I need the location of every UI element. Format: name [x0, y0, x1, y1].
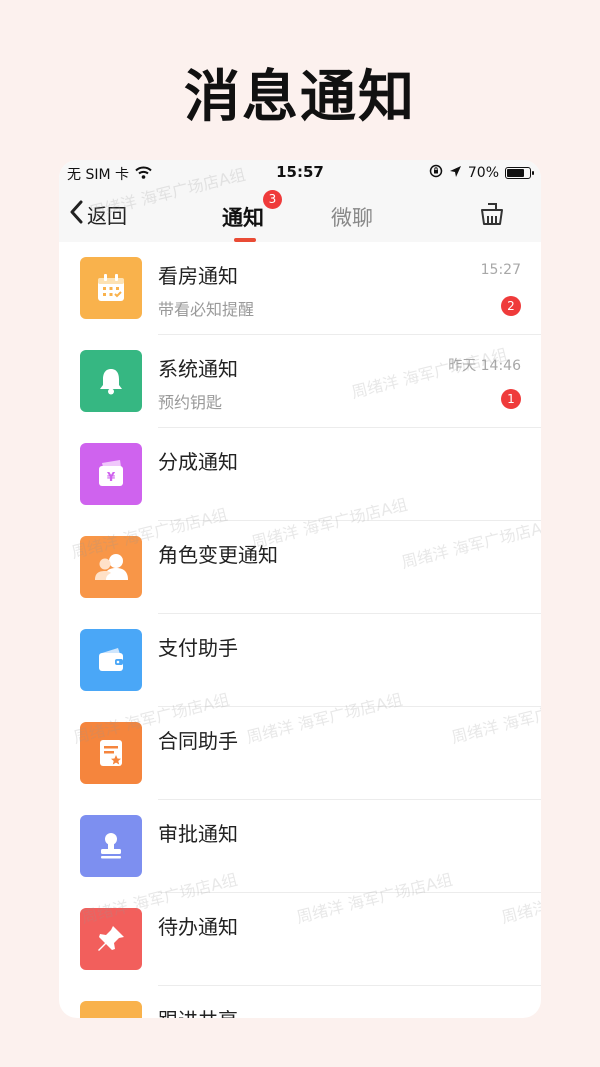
calendar-icon [80, 257, 142, 319]
list-item-contract-assistant[interactable]: 合同助手 [59, 707, 541, 800]
item-title: 待办通知 [158, 915, 238, 939]
users-icon [80, 536, 142, 598]
bell-icon [80, 350, 142, 412]
item-title: 系统通知 [158, 357, 238, 381]
item-title: 支付助手 [158, 636, 238, 660]
tab-notice-badge: 3 [263, 190, 282, 209]
list-item-approval-notice[interactable]: 审批通知 [59, 800, 541, 893]
unread-badge: 2 [501, 296, 521, 316]
unread-badge: 1 [501, 389, 521, 409]
promo-title: 消息通知 [184, 65, 416, 130]
list-item-system-notice[interactable]: 系统通知 预约钥匙 昨天 14:46 1 [59, 335, 541, 428]
item-title: 分成通知 [158, 450, 238, 474]
broom-icon [479, 203, 505, 230]
item-time: 昨天 14:46 [448, 358, 521, 374]
item-title: 角色变更通知 [158, 543, 278, 567]
battery-percent: 70% [467, 165, 499, 181]
list-item-commission-notice[interactable]: ¥ 分成通知 [59, 428, 541, 521]
list-item-todo-notice[interactable]: 待办通知 [59, 893, 541, 986]
list-item-follow-up-share[interactable]: 跟进共享 [59, 986, 541, 1018]
list-item-viewing-notice[interactable]: 看房通知 带看必知提醒 15:27 2 [59, 242, 541, 335]
item-time: 15:27 [480, 262, 521, 278]
phone-screen: 无 SIM 卡 15:57 70% 返回 通知 3 微聊 看房通知 带看必知提醒… [59, 160, 541, 1018]
status-bar: 无 SIM 卡 15:57 70% [59, 160, 541, 186]
wallet-icon [80, 629, 142, 691]
tab-notice[interactable]: 通知 [222, 202, 264, 232]
pin-icon [80, 908, 142, 970]
item-title: 审批通知 [158, 822, 238, 846]
stamp-icon [80, 815, 142, 877]
share-icon [80, 1001, 142, 1018]
location-icon [449, 165, 462, 182]
nav-bar: 返回 通知 3 微聊 [59, 186, 541, 242]
item-title: 合同助手 [158, 729, 238, 753]
list-item-role-change-notice[interactable]: 角色变更通知 [59, 521, 541, 614]
item-subtitle: 预约钥匙 [158, 393, 223, 412]
item-subtitle: 带看必知提醒 [158, 300, 255, 319]
tab-chat[interactable]: 微聊 [331, 202, 373, 232]
back-label: 返回 [87, 204, 127, 228]
back-button[interactable]: 返回 [69, 200, 127, 229]
list-item-payment-assistant[interactable]: 支付助手 [59, 614, 541, 707]
chevron-left-icon [69, 200, 83, 229]
contract-icon [80, 722, 142, 784]
message-list: 看房通知 带看必知提醒 15:27 2 系统通知 预约钥匙 昨天 14:46 1 [59, 242, 541, 1018]
orientation-lock-icon [429, 164, 443, 182]
wallet-yen-icon: ¥ [80, 443, 142, 505]
item-title: 跟进共享 [158, 1004, 238, 1018]
item-title: 看房通知 [158, 264, 238, 288]
clear-button[interactable] [479, 202, 505, 230]
svg-text:¥: ¥ [107, 470, 116, 484]
battery-icon [505, 167, 534, 179]
